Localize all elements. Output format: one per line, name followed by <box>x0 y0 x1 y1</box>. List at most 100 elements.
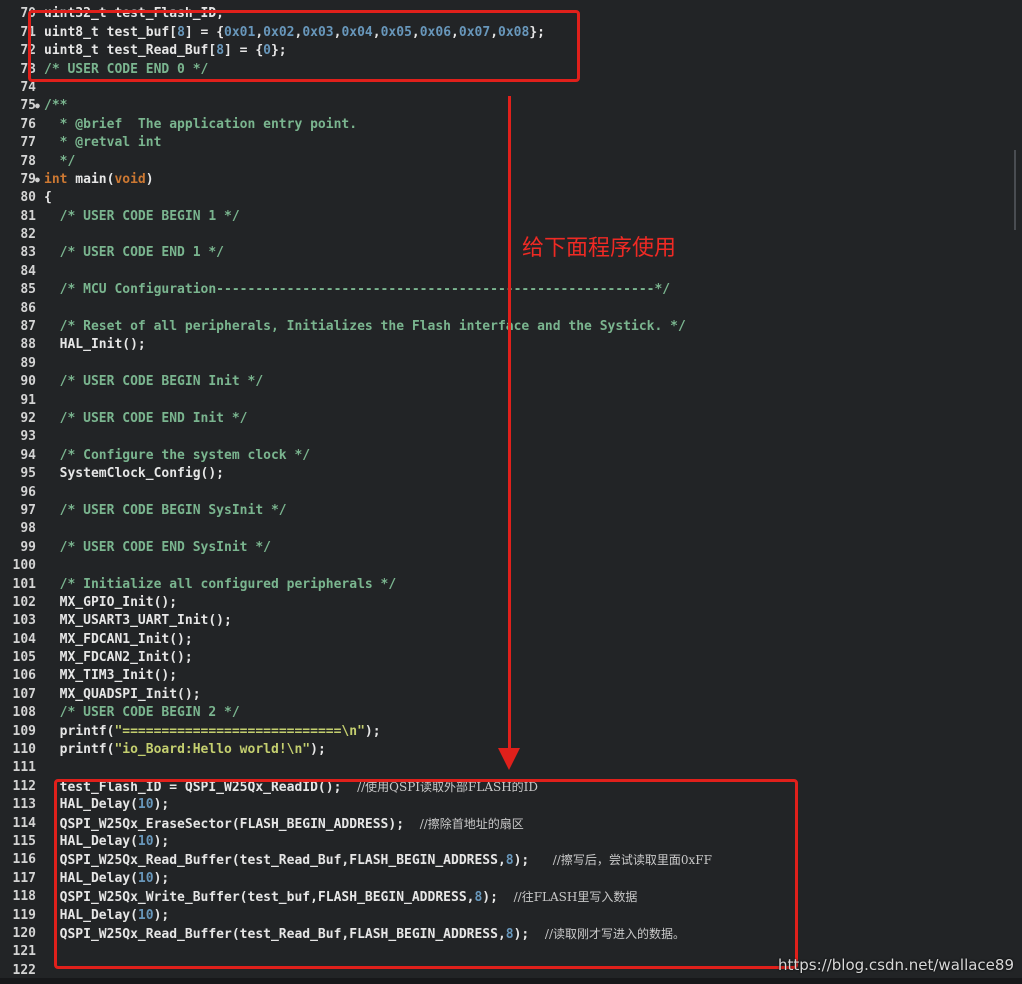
code-text: MX_TIM3_Init(); <box>44 667 177 685</box>
code-token: MX_QUADSPI_Init(); <box>44 686 201 702</box>
line-number: 115 <box>12 833 36 849</box>
code-token: /* USER CODE END SysInit */ <box>44 539 271 555</box>
code-line[interactable]: 82 <box>0 226 1010 244</box>
code-line[interactable]: 75 ●/** <box>0 97 1010 115</box>
code-text: /* USER CODE END Init */ <box>44 410 248 428</box>
code-line[interactable]: 87 /* Reset of all peripherals, Initiali… <box>0 318 1010 336</box>
line-number: 87 <box>20 319 36 335</box>
code-token: MX_FDCAN1_Init(); <box>44 631 193 647</box>
line-number: 76 <box>20 116 36 132</box>
line-number: 101 <box>12 576 36 592</box>
code-line[interactable]: 99 /* USER CODE END SysInit */ <box>0 539 1010 557</box>
code-line[interactable]: 89 <box>0 355 1010 373</box>
code-line[interactable]: 91 <box>0 392 1010 410</box>
code-line[interactable]: 84 <box>0 263 1010 281</box>
code-token: /* USER CODE END Init */ <box>44 410 248 426</box>
line-number: 85 <box>20 282 36 298</box>
code-text: { <box>44 189 52 207</box>
line-number: 89 <box>20 355 36 371</box>
code-line[interactable]: 98 <box>0 520 1010 538</box>
code-text: SystemClock_Config(); <box>44 465 224 483</box>
fold-toggle-icon[interactable]: ● <box>35 171 40 189</box>
code-text: /* Initialize all configured peripherals… <box>44 576 397 594</box>
code-line[interactable]: 100 <box>0 557 1010 575</box>
line-number: 118 <box>12 889 36 905</box>
code-line[interactable]: 109 printf("============================… <box>0 723 1010 741</box>
line-number: 88 <box>20 337 36 353</box>
highlight-box-flash-calls <box>54 779 798 969</box>
arrow-down-icon <box>498 748 520 770</box>
code-line[interactable]: 97 /* USER CODE BEGIN SysInit */ <box>0 502 1010 520</box>
code-token: int <box>44 171 68 187</box>
code-line[interactable]: 76 * @brief The application entry point. <box>0 116 1010 134</box>
fold-toggle-icon[interactable]: ● <box>35 97 40 115</box>
code-line[interactable]: 92 /* USER CODE END Init */ <box>0 410 1010 428</box>
line-number: 114 <box>12 815 36 831</box>
code-line[interactable]: 108 /* USER CODE BEGIN 2 */ <box>0 704 1010 722</box>
code-line[interactable]: 102 MX_GPIO_Init(); <box>0 594 1010 612</box>
code-token: ); <box>364 723 381 739</box>
code-text: /* USER CODE BEGIN Init */ <box>44 373 264 391</box>
code-text: int main(void) <box>44 171 154 189</box>
code-line[interactable]: 107 MX_QUADSPI_Init(); <box>0 686 1010 704</box>
code-token: /* Initialize all configured peripherals… <box>44 576 397 592</box>
line-number: 82 <box>20 227 36 243</box>
code-token: */ <box>44 153 76 169</box>
code-text: MX_USART3_UART_Init(); <box>44 612 232 630</box>
code-token: SystemClock_Config(); <box>44 466 225 482</box>
scrollbar-thumb[interactable] <box>1014 150 1016 230</box>
horizontal-scrollbar[interactable] <box>0 978 1022 984</box>
line-number: 96 <box>20 484 36 500</box>
line-number: 80 <box>20 190 36 206</box>
code-token: MX_TIM3_Init(); <box>44 668 178 684</box>
line-number: 78 <box>20 153 36 169</box>
code-line[interactable]: 95 SystemClock_Config(); <box>0 465 1010 483</box>
line-number: 117 <box>12 870 36 886</box>
line-number: 100 <box>12 558 36 574</box>
code-token: { <box>44 190 52 206</box>
code-line[interactable]: 104 MX_FDCAN1_Init(); <box>0 631 1010 649</box>
line-number: 95 <box>20 466 36 482</box>
line-number: 120 <box>12 925 36 941</box>
arrow-line <box>508 96 511 754</box>
code-line[interactable]: 81 /* USER CODE BEGIN 1 */ <box>0 208 1010 226</box>
code-line[interactable]: 88 HAL_Init(); <box>0 336 1010 354</box>
code-text: * @brief The application entry point. <box>44 116 357 134</box>
code-line[interactable]: 77 * @retval int <box>0 134 1010 152</box>
code-token: /* USER CODE END 1 */ <box>44 245 225 261</box>
code-line[interactable]: 96 <box>0 484 1010 502</box>
code-line[interactable]: 83 /* USER CODE END 1 */ <box>0 244 1010 262</box>
code-token: MX_USART3_UART_Init(); <box>44 613 232 629</box>
code-token: MX_GPIO_Init(); <box>44 594 178 610</box>
code-token: printf( <box>44 723 115 739</box>
code-line[interactable]: 94 /* Configure the system clock */ <box>0 447 1010 465</box>
code-line[interactable]: 101 /* Initialize all configured periphe… <box>0 576 1010 594</box>
code-line[interactable]: 90 /* USER CODE BEGIN Init */ <box>0 373 1010 391</box>
line-number: 104 <box>12 631 36 647</box>
code-token: main( <box>67 171 115 187</box>
line-number: 110 <box>12 742 36 758</box>
code-line[interactable]: 86 <box>0 300 1010 318</box>
code-text: /* USER CODE BEGIN 1 */ <box>44 208 240 226</box>
line-number: 93 <box>20 429 36 445</box>
code-line[interactable]: 80 { <box>0 189 1010 207</box>
line-number: 109 <box>12 723 36 739</box>
code-line[interactable]: 78 */ <box>0 153 1010 171</box>
code-token: /* MCU Configuration--------------------… <box>44 282 671 298</box>
code-line[interactable]: 85 /* MCU Configuration-----------------… <box>0 281 1010 299</box>
line-number: 119 <box>12 907 36 923</box>
line-number: 91 <box>20 392 36 408</box>
line-number: 83 <box>20 245 36 261</box>
code-line[interactable]: 79 ● int main(void) <box>0 171 1010 189</box>
line-number: 86 <box>20 300 36 316</box>
code-token: /* USER CODE BEGIN 0 */ <box>44 0 224 3</box>
code-line[interactable]: 106 MX_TIM3_Init(); <box>0 667 1010 685</box>
line-number: 81 <box>20 208 36 224</box>
code-text: /* USER CODE BEGIN 2 */ <box>44 704 240 722</box>
code-line[interactable]: 105 MX_FDCAN2_Init(); <box>0 649 1010 667</box>
code-line[interactable]: 93 <box>0 428 1010 446</box>
code-token: /* USER CODE BEGIN 1 */ <box>44 208 240 224</box>
code-line[interactable]: 103 MX_USART3_UART_Init(); <box>0 612 1010 630</box>
line-number: 121 <box>12 944 36 960</box>
line-number: 107 <box>12 686 36 702</box>
